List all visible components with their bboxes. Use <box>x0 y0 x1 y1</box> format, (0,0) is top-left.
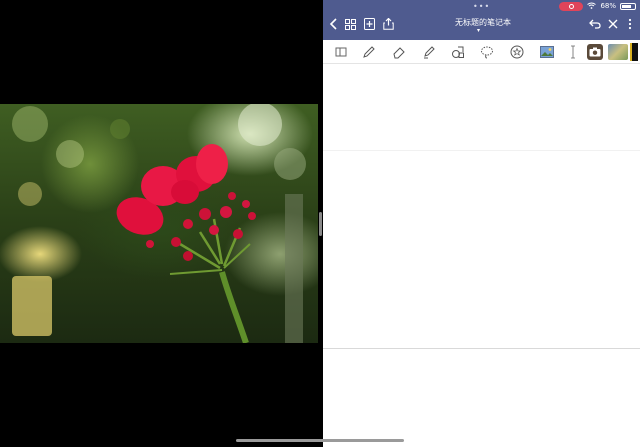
chevron-left-icon[interactable] <box>327 17 341 31</box>
star-sticker-icon[interactable] <box>509 44 525 60</box>
battery-percentage: 68% <box>600 2 616 10</box>
flower-illustration <box>12 104 306 343</box>
split-resize-handle[interactable] <box>319 212 322 236</box>
text-cursor-icon[interactable] <box>565 44 581 60</box>
sidebar-toggle-icon[interactable] <box>333 44 349 60</box>
next-page-area[interactable] <box>323 348 640 447</box>
nav-bar: ••• 68% 无标题的笔记本 ▾ <box>323 0 640 40</box>
share-icon[interactable] <box>381 17 395 31</box>
status-bar: 68% <box>559 1 636 11</box>
home-indicator[interactable] <box>236 439 404 442</box>
drawing-toolbar <box>323 40 640 64</box>
close-icon[interactable] <box>606 17 620 31</box>
chevron-down-icon[interactable]: ▾ <box>477 27 480 34</box>
photo-thumbnail-icon[interactable] <box>608 44 628 60</box>
multitask-dots[interactable]: ••• <box>473 2 490 11</box>
pen-icon[interactable] <box>361 44 377 60</box>
camera-icon[interactable] <box>587 44 603 60</box>
eraser-icon[interactable] <box>391 44 407 60</box>
grid-icon[interactable] <box>343 17 357 31</box>
wifi-icon <box>587 2 597 11</box>
undo-icon[interactable] <box>588 17 602 31</box>
page-rule <box>323 150 640 151</box>
add-page-icon[interactable] <box>362 17 376 31</box>
image-icon[interactable] <box>539 44 555 60</box>
screen-recording-indicator <box>559 1 584 11</box>
battery-icon <box>620 2 636 10</box>
flower-photo[interactable] <box>0 104 318 343</box>
split-view-screen: ••• 68% 无标题的笔记本 ▾ <box>0 0 640 447</box>
notes-app-pane: ••• 68% 无标题的笔记本 ▾ <box>323 0 640 447</box>
photo-viewer-pane <box>0 0 318 447</box>
note-page-canvas[interactable] <box>323 64 640 348</box>
more-icon[interactable] <box>623 17 637 31</box>
highlighter-icon[interactable] <box>421 44 437 60</box>
shapes-icon[interactable] <box>450 44 466 60</box>
lasso-icon[interactable] <box>479 44 495 60</box>
color-strip[interactable] <box>630 43 638 61</box>
notebook-title[interactable]: 无标题的笔记本 <box>423 17 543 28</box>
